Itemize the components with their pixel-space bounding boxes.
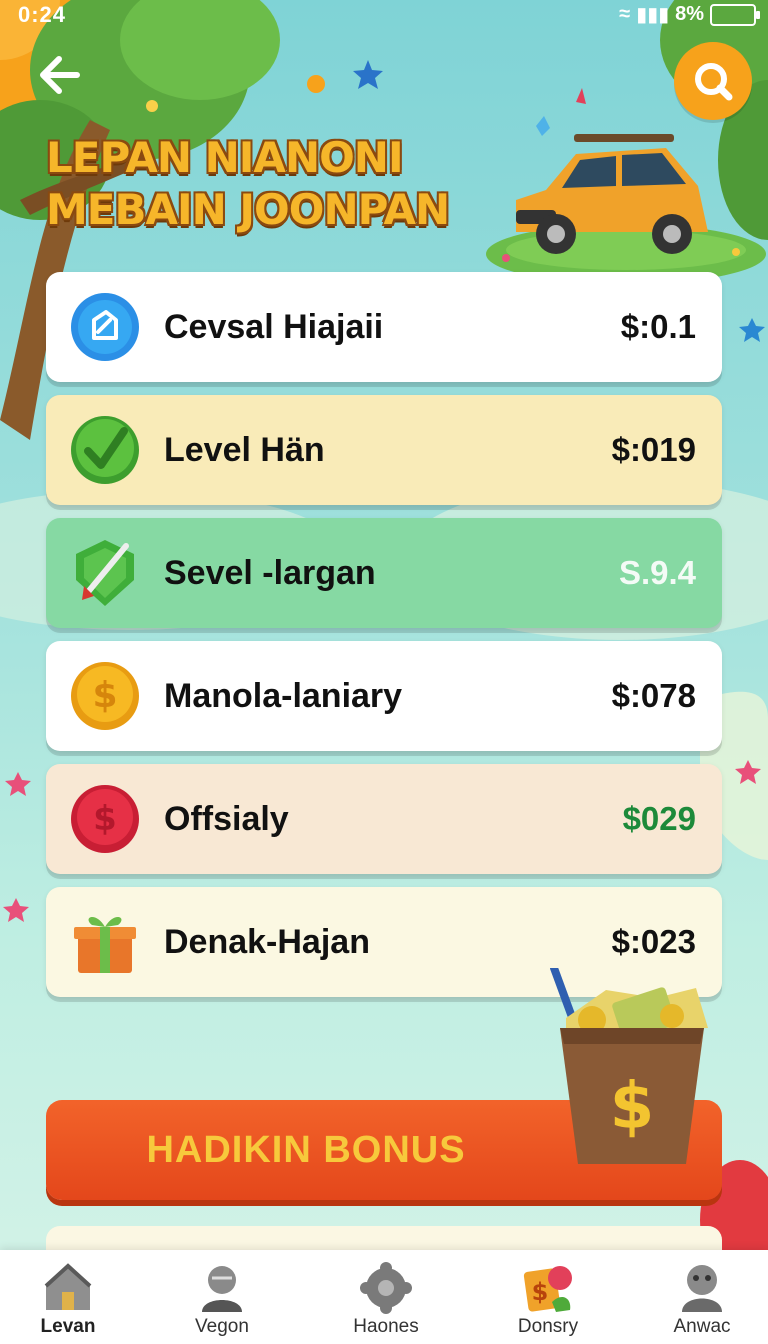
nav-label: Vegon [195,1316,249,1337]
gear-icon [360,1262,412,1314]
nav-label: Donsry [517,1316,579,1337]
nav-item-levan[interactable]: Levan [8,1256,128,1342]
reward-row[interactable]: Sevel -largan S.9.4 [46,518,722,628]
battery-icon [710,3,760,26]
reward-value: S.9.4 [618,554,696,591]
reward-label: Denak-Hajan [164,923,370,961]
nav-label: Levan [40,1316,96,1337]
badge-icon [71,293,139,361]
bonus-button-label: HADIKIN BONUS [146,1129,466,1171]
bottom-navigation: Levan Vegon Haones $ Donsry Anwac [0,1250,768,1344]
reward-row[interactable]: $ Offsialy $029 [46,764,722,874]
reward-value: $:078 [611,677,696,714]
status-time: 0:24 [18,2,67,27]
battery-percent: 8% [675,3,704,25]
person-icon [202,1266,242,1312]
car-illustration [486,88,766,280]
reward-value: $029 [622,800,696,837]
page-title: LEPAN NIANONI MEBAIN JOONPAN [46,132,466,236]
checkmark-icon [71,416,139,484]
reward-label: Manola-laniary [164,677,403,715]
nav-item-anwac[interactable]: Anwac [642,1256,762,1342]
svg-text:$: $ [532,1278,549,1306]
svg-text:$: $ [92,675,117,716]
status-icons: ≈ ▮▮▮ 8% [619,2,760,27]
gift-box-icon [74,916,136,973]
reward-value: $:0.1 [620,308,696,345]
rewards-screen: 0:24 ≈ ▮▮▮ 8% LEPAN NIANONI MEBAIN JOONP… [0,0,768,1344]
shield-sword-icon [76,540,134,606]
gold-coin-icon: $ [71,662,139,730]
reward-row[interactable]: Level Hän $:019 [46,395,722,505]
reward-value: $:019 [611,431,696,468]
reward-label: Sevel -largan [164,554,376,592]
nav-item-vegon[interactable]: Vegon [162,1256,282,1342]
profile-icon [682,1265,722,1312]
wifi-icon: ≈ [619,3,631,25]
svg-text:$: $ [93,799,117,839]
status-bar: 0:24 ≈ ▮▮▮ 8% [0,0,768,28]
nav-item-haones[interactable]: Haones [326,1256,446,1342]
red-coin-icon: $ [71,785,139,853]
money-bucket-illustration: $ [550,968,708,1164]
reward-label: Offsialy [164,800,289,838]
reward-label: Cevsal Hiajaii [164,308,384,346]
page-title-line-2: MEBAIN JOONPAN [46,185,450,234]
reward-row[interactable]: $ Manola-laniary $:078 [46,641,722,751]
nav-label: Anwac [673,1316,731,1337]
reward-list: Cevsal Hiajaii $:0.1 Level Hän $:019 Sev… [46,272,722,1010]
signal-icon: ▮▮▮ [636,4,670,26]
nav-item-donsry[interactable]: $ Donsry [488,1256,608,1342]
back-button[interactable] [22,48,96,102]
reward-label: Level Hän [164,431,325,469]
arrow-left-icon [40,56,80,94]
reward-row[interactable]: Cevsal Hiajaii $:0.1 [46,272,722,382]
cards-icon: $ [523,1266,572,1312]
nav-label: Haones [353,1316,419,1337]
house-icon [44,1263,92,1310]
page-title-line-1: LEPAN NIANONI [46,133,404,182]
svg-text:$: $ [610,1070,655,1144]
